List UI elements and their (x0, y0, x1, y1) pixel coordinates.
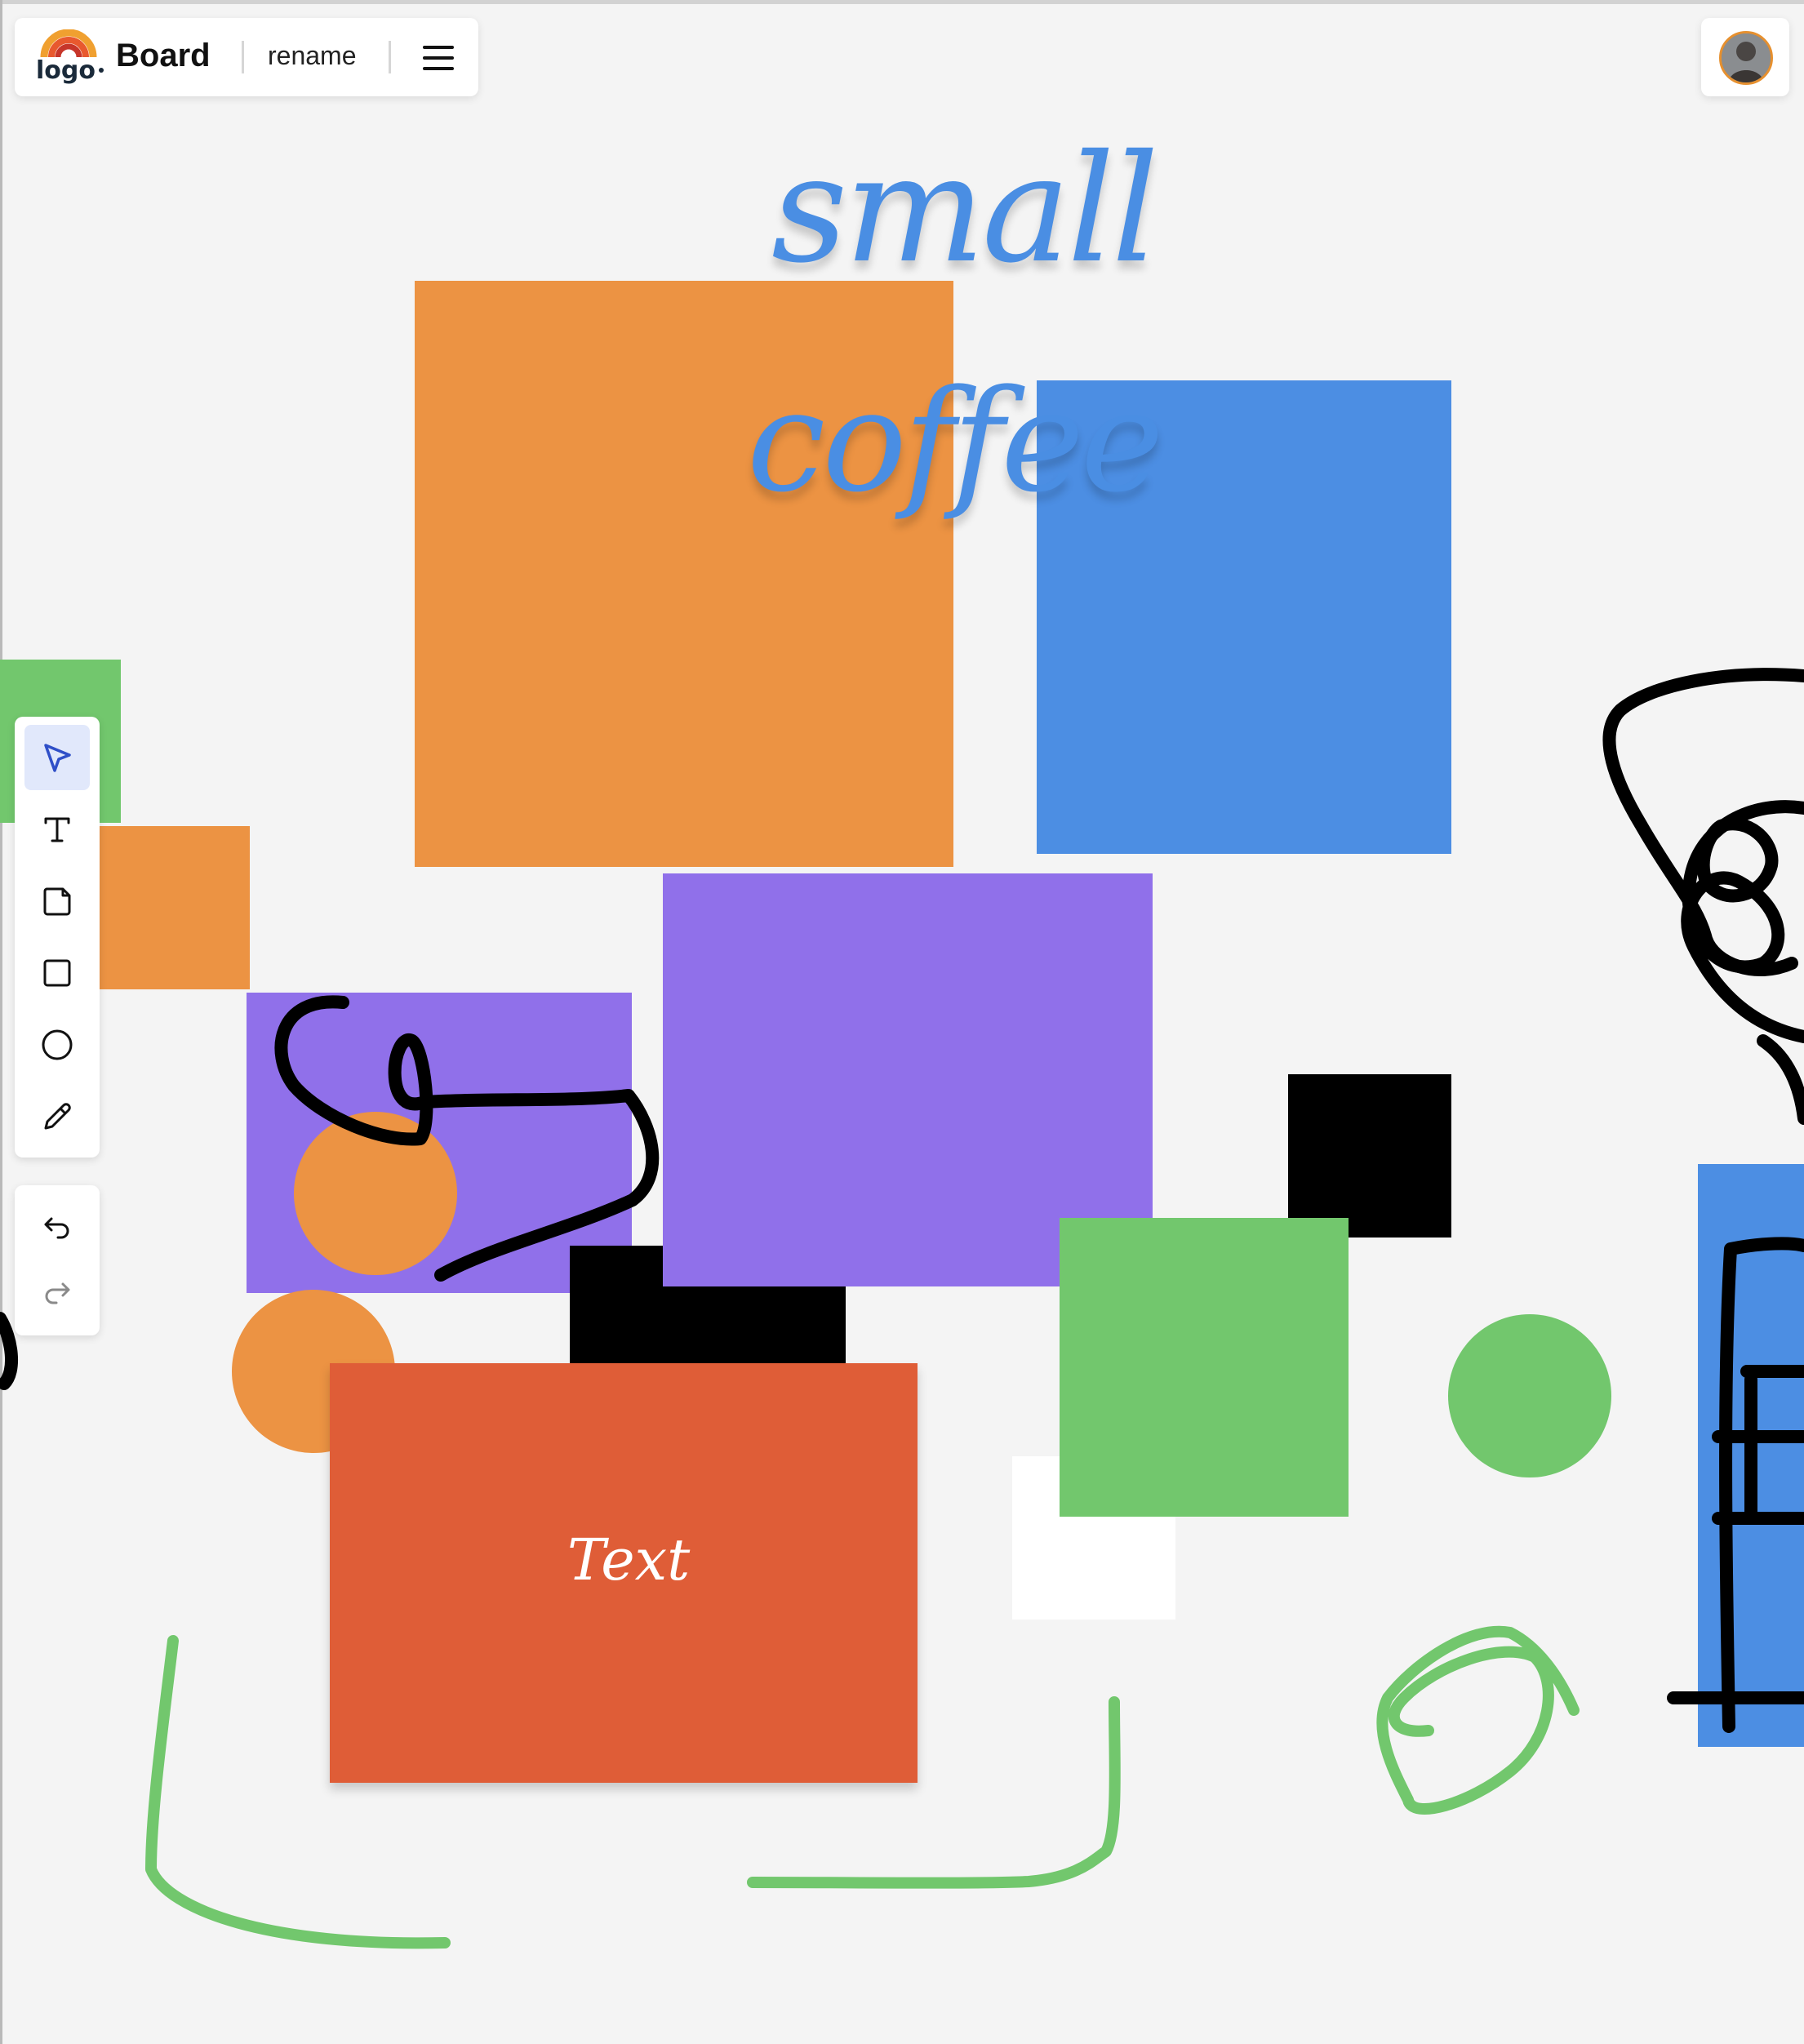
whiteboard-canvas[interactable]: small coffee Text (0, 0, 1804, 2044)
user-menu-card (1701, 18, 1789, 96)
black-square[interactable] (1288, 1074, 1451, 1238)
avatar-portrait-icon (1722, 33, 1771, 82)
canvas-text-coffee[interactable]: coffee (747, 359, 1164, 523)
select-tool-button[interactable] (24, 725, 90, 790)
pencil-tool-button[interactable] (24, 1084, 90, 1149)
black-ink-scribble-edge[interactable] (0, 1312, 19, 1390)
canvas-text-small[interactable]: small (771, 122, 1159, 295)
redo-icon (45, 1282, 70, 1304)
sticky-note-icon (43, 887, 71, 916)
user-avatar[interactable] (1719, 31, 1773, 85)
text-tool-button[interactable] (24, 797, 90, 862)
logo-ipsum-icon[interactable]: logo (33, 29, 118, 88)
green-ink-scribble-right[interactable] (1376, 1625, 1580, 1815)
redo-button[interactable] (24, 1259, 90, 1324)
rectangle-icon (43, 959, 71, 987)
circle-icon (42, 1029, 73, 1060)
board-title: Board (116, 38, 211, 73)
hamburger-menu-icon[interactable] (418, 41, 459, 75)
logo-lettering: logo (36, 56, 96, 85)
canvas-text-card-label[interactable]: Text (567, 1526, 690, 1593)
sticky-note-tool-button[interactable] (24, 869, 90, 934)
text-icon (44, 817, 70, 842)
undo-icon (44, 1217, 69, 1239)
header-divider (242, 41, 244, 73)
select-cursor-icon (44, 744, 71, 772)
drawing-toolbar (15, 717, 100, 1158)
undo-button[interactable] (24, 1193, 90, 1259)
orange-rectangle-small[interactable] (100, 826, 250, 989)
black-ink-curve-right[interactable] (1757, 1034, 1804, 1125)
circle-tool-button[interactable] (24, 1012, 90, 1078)
header-divider (389, 41, 391, 73)
green-circle[interactable] (1448, 1314, 1611, 1477)
history-controls (15, 1185, 100, 1335)
board-header: logo Board rename (15, 18, 478, 96)
pencil-icon (44, 1103, 71, 1130)
rename-button[interactable]: rename (268, 41, 357, 71)
rectangle-tool-button[interactable] (24, 940, 90, 1006)
green-rectangle-middle[interactable] (1060, 1218, 1349, 1517)
